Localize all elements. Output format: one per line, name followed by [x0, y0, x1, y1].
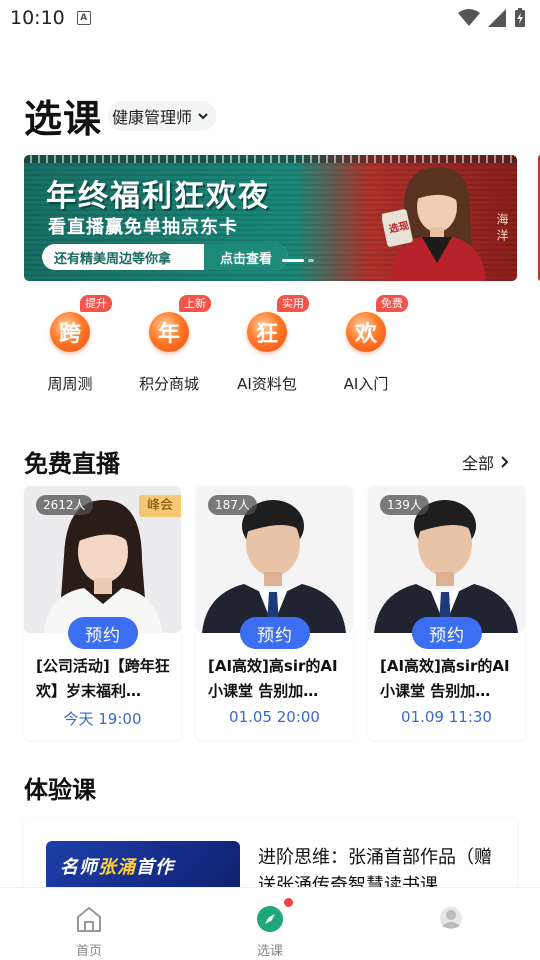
- status-left: 10:10 A: [10, 7, 91, 29]
- quick-entry-ai-materials[interactable]: 狂 实用 AI资料包: [221, 295, 313, 405]
- wifi-icon: [458, 9, 480, 26]
- avatar-icon: [440, 907, 462, 929]
- status-time: 10:10: [10, 7, 65, 29]
- thumb-text-suffix: 首作: [136, 857, 174, 878]
- live-card[interactable]: 187人 预约 [AI高效]高sir的AI小课堂 告别加… 01.05 20:0…: [196, 486, 353, 740]
- host-name: 海洋: [495, 213, 509, 245]
- live-section-title: 免费直播: [24, 450, 120, 478]
- quick-entry-row: 跨 提升 周周测 年 上新 积分商城 狂 实用 AI资料包 欢 免费 AI入门: [24, 295, 444, 405]
- live-card[interactable]: 2612人 峰会 预约 [公司活动]【跨年狂欢】岁末福利… 今天 19:00: [24, 486, 181, 740]
- battery-icon: [515, 8, 525, 27]
- live-card-list: 2612人 峰会 预约 [公司活动]【跨年狂欢】岁末福利… 今天 19:00 1…: [24, 486, 534, 742]
- thumb-text-prefix: 名师: [60, 857, 98, 878]
- chevron-down-icon: [198, 112, 208, 119]
- live-card-time: 01.05 20:00: [229, 708, 320, 726]
- reserve-button[interactable]: 预约: [412, 617, 482, 649]
- quick-entry-label: 周周测: [47, 375, 93, 393]
- quick-entry-weekly-test[interactable]: 跨 提升 周周测: [24, 295, 116, 405]
- quick-entry-icon: 跨: [50, 312, 90, 352]
- event-tag: 峰会: [138, 495, 181, 517]
- page-title: 选课: [24, 97, 103, 141]
- see-all-label: 全部: [461, 454, 494, 473]
- tab-courses-label: 选课: [256, 944, 283, 959]
- banner-pill: 还有精美周边等你拿 点击查看: [42, 244, 288, 270]
- carousel-dot: [308, 259, 314, 262]
- status-bar: 10:10 A: [0, 0, 540, 36]
- quick-entry-badge: 上新: [179, 295, 211, 312]
- page-header: 选课 健康管理师: [24, 88, 217, 143]
- banner-title: 年终福利狂欢夜: [46, 179, 270, 214]
- quick-entry-label: AI入门: [343, 375, 389, 393]
- banner-pill-text: 还有精美周边等你拿: [54, 251, 172, 267]
- live-card-title: [公司活动]【跨年狂欢】岁末福利…: [36, 657, 170, 700]
- live-card-time: 今天 19:00: [63, 710, 142, 728]
- quick-entry-label: AI资料包: [237, 375, 297, 393]
- carousel-indicator: [282, 259, 314, 262]
- course-thumbnail-text: 名师张涌首作: [60, 853, 174, 879]
- banner-film-strip: [24, 155, 517, 163]
- compass-icon: [257, 906, 283, 932]
- status-right: [458, 8, 526, 28]
- viewer-count: 2612人: [36, 495, 93, 515]
- thumb-text-name: 张涌: [98, 857, 136, 878]
- experience-section-title: 体验课: [24, 776, 96, 804]
- bottom-tab-bar: 首页 选课: [0, 887, 540, 960]
- live-card-title: [AI高效]高sir的AI小课堂 告别加…: [208, 657, 338, 700]
- banner-view-button[interactable]: 点击查看: [204, 244, 288, 270]
- chevron-right-icon: [501, 456, 509, 468]
- quick-entry-points-mall[interactable]: 年 上新 积分商城: [123, 295, 215, 405]
- notification-dot: [284, 898, 293, 907]
- carousel-dot-active: [282, 259, 304, 262]
- viewer-count: 139人: [380, 495, 429, 515]
- quick-entry-badge: 实用: [277, 295, 309, 312]
- quick-entry-icon: 年: [149, 312, 189, 352]
- quick-entry-badge: 提升: [80, 295, 112, 312]
- quick-entry-icon: 欢: [346, 312, 386, 352]
- banner-subtitle: 看直播赢免单抽京东卡: [48, 217, 238, 238]
- profession-selector[interactable]: 健康管理师: [108, 100, 217, 131]
- home-icon: [77, 906, 101, 932]
- tab-courses[interactable]: 选课: [210, 888, 330, 960]
- tab-profile[interactable]: [391, 888, 511, 960]
- cell-signal-icon: [488, 9, 506, 27]
- host-portrait: 选现: [382, 167, 486, 281]
- viewer-count: 187人: [208, 495, 257, 515]
- quick-entry-icon: 狂: [247, 312, 287, 352]
- profession-label: 健康管理师: [112, 107, 193, 127]
- quick-entry-label: 积分商城: [138, 375, 199, 393]
- app-notification-icon: A: [76, 11, 91, 25]
- reserve-button[interactable]: 预约: [240, 617, 310, 649]
- live-card-time: 01.09 11:30: [401, 708, 492, 726]
- see-all-live-button[interactable]: 全部: [462, 450, 510, 474]
- reserve-button[interactable]: 预约: [68, 617, 138, 649]
- tab-home[interactable]: 首页: [29, 888, 149, 960]
- live-card[interactable]: 139人 预约 [AI高效]高sir的AI小课堂 告别加… 01.09 11:3…: [368, 486, 525, 740]
- app-screen: 10:10 A 选课 健康管理师 年终福利狂欢夜 看直播赢免单抽京东卡 还有精美…: [0, 0, 540, 960]
- live-card-title: [AI高效]高sir的AI小课堂 告别加…: [380, 657, 510, 700]
- promo-banner[interactable]: 年终福利狂欢夜 看直播赢免单抽京东卡 还有精美周边等你拿 点击查看 选现 海洋: [24, 155, 517, 281]
- quick-entry-badge: 免费: [376, 295, 408, 312]
- tab-home-label: 首页: [75, 944, 102, 959]
- quick-entry-ai-intro[interactable]: 欢 免费 AI入门: [320, 295, 412, 405]
